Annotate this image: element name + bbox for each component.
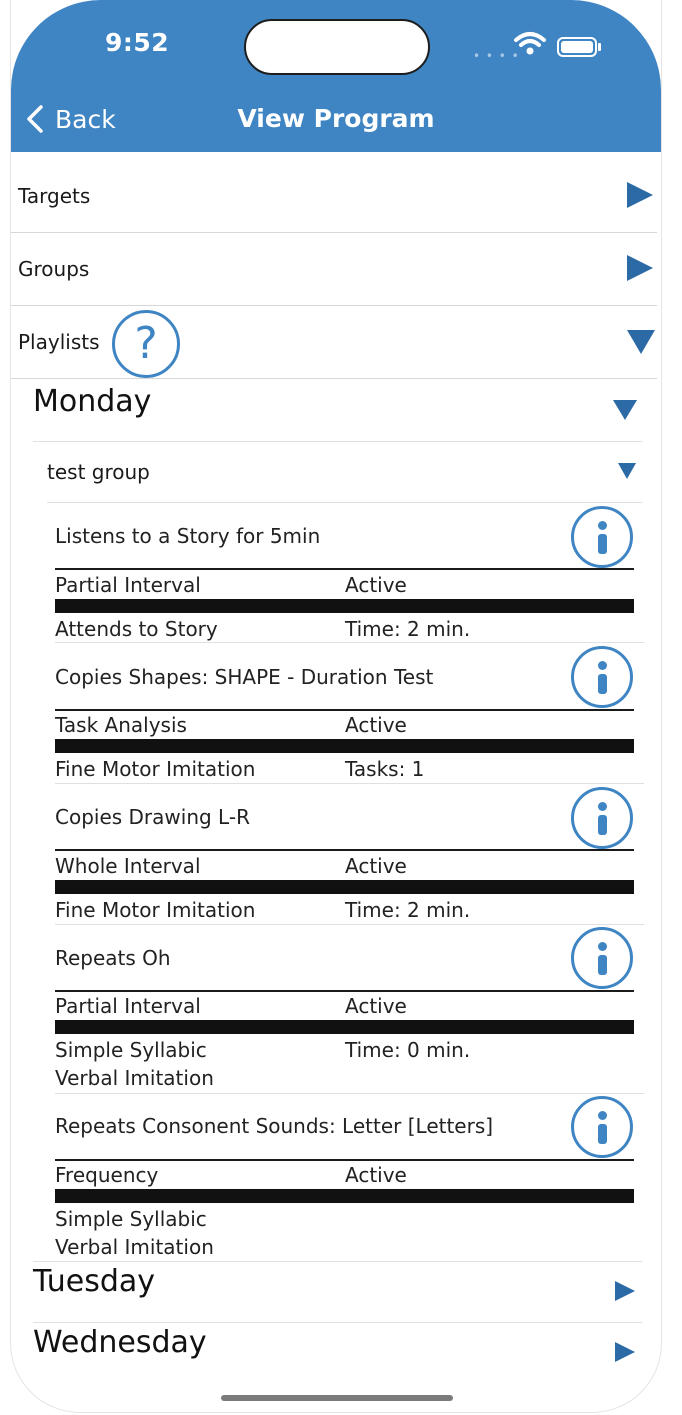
expand-right-icon[interactable]	[627, 182, 653, 208]
divider	[55, 849, 634, 851]
program-domain: Simple Syllabic	[55, 1207, 207, 1231]
divider	[33, 1261, 642, 1262]
day-wednesday[interactable]: Wednesday	[33, 1325, 207, 1360]
program-title[interactable]: Repeats Consonent Sounds: Letter [Letter…	[55, 1114, 493, 1138]
page-title: View Program	[237, 104, 435, 133]
expand-right-icon[interactable]	[615, 1342, 635, 1362]
section-targets[interactable]: Targets	[11, 160, 657, 233]
progress-bar	[55, 1189, 634, 1203]
divider	[55, 1159, 634, 1161]
program-status: Active	[345, 1163, 407, 1187]
battery-icon	[557, 37, 601, 57]
program-title[interactable]: Repeats Oh	[55, 946, 171, 970]
program-title[interactable]: Listens to a Story for 5min	[55, 524, 320, 548]
help-icon[interactable]: ?	[112, 310, 180, 378]
program-status: Active	[345, 854, 407, 878]
program-metric: Time: 0 min.	[345, 1038, 471, 1062]
info-icon[interactable]	[571, 1096, 633, 1158]
wifi-icon	[514, 32, 546, 55]
info-icon[interactable]	[571, 787, 633, 849]
divider	[33, 1322, 642, 1323]
info-icon[interactable]	[571, 927, 633, 989]
collapse-down-icon[interactable]	[618, 463, 636, 479]
progress-bar	[55, 599, 634, 613]
divider	[55, 924, 644, 925]
progress-bar	[55, 739, 634, 753]
section-playlists[interactable]: Playlists	[11, 306, 657, 379]
section-label: Groups	[18, 257, 90, 281]
divider	[55, 783, 644, 784]
info-icon[interactable]	[571, 646, 633, 708]
home-indicator[interactable]	[221, 1395, 453, 1401]
nav-header: 9:52 • • • • Back View Program	[11, 0, 661, 152]
program-status: Active	[345, 994, 407, 1018]
program-method: Partial Interval	[55, 573, 201, 597]
status-time: 9:52	[105, 28, 170, 57]
program-method: Task Analysis	[55, 713, 187, 737]
divider	[55, 568, 634, 570]
progress-bar	[55, 1020, 634, 1034]
program-domain: Simple Syllabic	[55, 1038, 207, 1062]
group-name[interactable]: test group	[47, 460, 150, 484]
dynamic-island	[244, 19, 430, 75]
info-icon[interactable]	[571, 506, 633, 568]
program-status: Active	[345, 573, 407, 597]
section-label: Targets	[18, 184, 91, 208]
program-domain: Fine Motor Imitation	[55, 898, 256, 922]
collapse-down-icon[interactable]	[613, 400, 637, 420]
day-tuesday[interactable]: Tuesday	[33, 1264, 155, 1299]
program-domain: Verbal Imitation	[55, 1235, 214, 1259]
program-domain: Verbal Imitation	[55, 1066, 214, 1090]
collapse-down-icon[interactable]	[627, 330, 655, 354]
section-label: Playlists	[18, 330, 100, 354]
program-domain: Fine Motor Imitation	[55, 757, 256, 781]
program-method: Frequency	[55, 1163, 159, 1187]
expand-right-icon[interactable]	[627, 255, 653, 281]
program-status: Active	[345, 713, 407, 737]
program-metric: Time: 2 min.	[345, 617, 471, 641]
divider	[55, 990, 634, 992]
program-metric: Time: 2 min.	[345, 898, 471, 922]
section-groups[interactable]: Groups	[11, 233, 657, 306]
day-monday[interactable]: Monday	[33, 384, 151, 419]
program-title[interactable]: Copies Drawing L-R	[55, 805, 250, 829]
program-title[interactable]: Copies Shapes: SHAPE - Duration Test	[55, 665, 433, 689]
program-method: Partial Interval	[55, 994, 201, 1018]
phone-screen: 9:52 • • • • Back View Program Targets G…	[10, 0, 662, 1413]
divider	[55, 709, 634, 711]
program-metric: Tasks: 1	[345, 757, 425, 781]
divider	[33, 441, 642, 442]
divider	[55, 642, 644, 643]
divider	[55, 1093, 644, 1094]
program-domain: Attends to Story	[55, 617, 218, 641]
program-method: Whole Interval	[55, 854, 201, 878]
progress-bar	[55, 880, 634, 894]
divider	[47, 502, 642, 503]
expand-right-icon[interactable]	[615, 1281, 635, 1301]
